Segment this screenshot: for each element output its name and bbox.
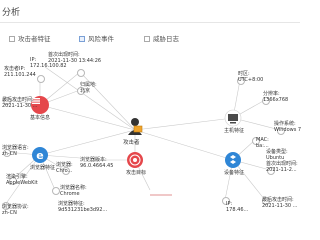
label-line: 2021-11-30 ... bbox=[2, 102, 38, 109]
relationship-graph[interactable]: 攻击者 基本信息 e 浏览器特征 攻击目标 主机特征 设备特征 攻击者IP: 2… bbox=[0, 50, 302, 240]
attr-label-device-type: 设备类型: Ubuntu bbox=[266, 149, 288, 162]
tab-label: 攻击者特征 bbox=[18, 35, 51, 43]
attr-label-os: 操作系统: Windows 7 bbox=[274, 121, 302, 134]
center-label: 攻击者 bbox=[123, 140, 140, 146]
label-line: zh-CN bbox=[2, 150, 17, 157]
label-line: AppleWebKit bbox=[6, 179, 38, 186]
label-line: 96.0.4664.45 bbox=[80, 162, 114, 169]
label-line: 178.46... bbox=[226, 206, 249, 213]
hub-label: 攻击目标 bbox=[126, 170, 147, 176]
attr-label-target-time: 最后攻击时间: 2021-11-30 ... bbox=[262, 197, 298, 210]
host-hub-icon[interactable] bbox=[224, 109, 242, 127]
label-line: zh-CN bbox=[2, 209, 17, 216]
attr-label-hash: 浏览器特征: 9d531231be3d92... bbox=[58, 201, 108, 214]
attr-label-mac: MAC: ba:... bbox=[256, 137, 269, 150]
attr-label-webkit: 渲染引擎: AppleWebKit bbox=[6, 174, 38, 187]
hub-label: 设备特征 bbox=[224, 170, 245, 176]
attr-label-protocol: 浏览器协议: zh-CN bbox=[2, 204, 29, 217]
header-bar: 分析 bbox=[0, 0, 300, 23]
tab-attacker-features[interactable]: 攻击者特征 bbox=[9, 33, 51, 45]
edge bbox=[134, 129, 234, 161]
label-line: Chrome bbox=[60, 190, 80, 197]
label-line: Chro... bbox=[56, 167, 73, 174]
attr-label-last-attack: 最后攻击时间: 2021-11-30 ... bbox=[2, 97, 38, 110]
browser-hub-icon[interactable]: e bbox=[31, 146, 49, 164]
tab-threat-log[interactable]: 威胁日志 bbox=[144, 33, 179, 45]
label-line: 北京 bbox=[80, 87, 91, 94]
edge bbox=[134, 117, 234, 131]
label-line: 2021-11-30 13:44:26 bbox=[48, 57, 102, 64]
checkbox-icon[interactable] bbox=[144, 36, 150, 42]
hub-label: 主机特征 bbox=[224, 128, 245, 134]
leaf-node[interactable] bbox=[52, 187, 60, 195]
label-line: 211.101.244 bbox=[4, 71, 36, 78]
edge bbox=[39, 129, 136, 156]
edge bbox=[44, 66, 136, 131]
label-line: UTC+8:00 bbox=[238, 76, 264, 83]
attacker-icon[interactable] bbox=[125, 116, 145, 136]
label-line: 9d531231be3d92... bbox=[58, 206, 108, 213]
svg-text:e: e bbox=[36, 149, 43, 162]
edge bbox=[39, 104, 136, 131]
label-line: 172.16.100.82 bbox=[30, 62, 67, 69]
attr-label-browser-name: 浏览器名称: Chrome bbox=[60, 185, 87, 198]
hub-label: 浏览器特征 bbox=[30, 165, 56, 171]
label-line: 1366x768 bbox=[263, 96, 289, 103]
leaf-node[interactable] bbox=[37, 75, 45, 83]
attr-label-timezone: 时区: UTC+8:00 bbox=[238, 71, 264, 84]
label-line: Windows 7 bbox=[274, 126, 302, 133]
label-line: 2021-11-30 ... bbox=[262, 202, 298, 209]
tab-label: 威胁日志 bbox=[153, 35, 179, 43]
attr-label-browser-version: 浏览器版本: 96.0.4664.45 bbox=[80, 157, 114, 170]
attr-label-chrome: 浏览器: Chro... bbox=[56, 162, 73, 175]
attr-label-location: 归属地: 北京 bbox=[80, 82, 97, 95]
target-hub-icon[interactable] bbox=[126, 151, 144, 169]
tab-risk-events[interactable]: 风险事件 bbox=[79, 33, 114, 45]
device-hub-icon[interactable] bbox=[224, 151, 242, 169]
page-title: 分析 bbox=[2, 8, 21, 18]
checkbox-icon[interactable] bbox=[9, 36, 15, 42]
filter-tabs: 攻击者特征 风险事件 威胁日志 bbox=[0, 33, 300, 47]
attr-label-target-ip: IP: 178.46... bbox=[226, 201, 249, 214]
label-line: 2021-11-2... bbox=[266, 166, 297, 173]
leaf-node[interactable] bbox=[77, 69, 85, 77]
attr-label-browser-lang: 浏览器语言: zh-CN bbox=[2, 145, 29, 158]
tab-label: 风险事件 bbox=[88, 35, 114, 43]
hub-label: 基本信息 bbox=[30, 115, 51, 121]
attr-label-first-device: 首次出现时间: 2021-11-2... bbox=[266, 161, 298, 174]
attr-label-first-seen: 首次出现时间: 2021-11-30 13:44:26 bbox=[48, 52, 102, 65]
checkbox-icon[interactable] bbox=[79, 36, 85, 42]
attr-label-resolution: 分辨率: 1366x768 bbox=[263, 91, 289, 104]
